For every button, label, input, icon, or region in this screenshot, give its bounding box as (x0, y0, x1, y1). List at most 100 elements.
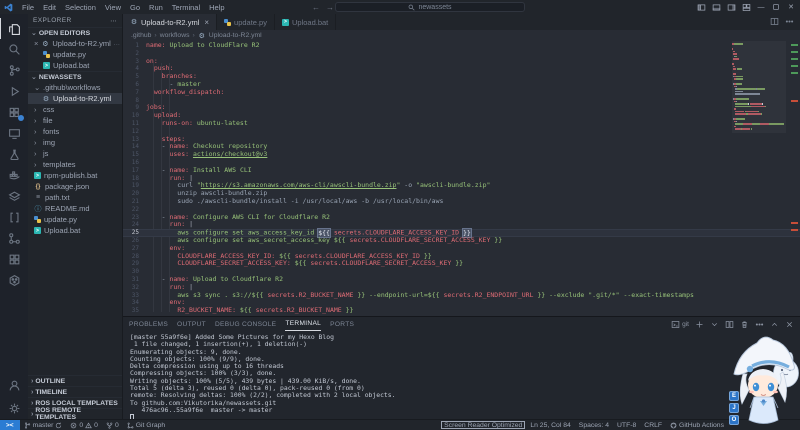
tree-file-readme-md[interactable]: ⓘ README.md (28, 203, 122, 214)
tree-file-upload-bat[interactable]: > Upload.bat (28, 225, 122, 236)
indentation[interactable]: Spaces: 4 (575, 420, 613, 430)
split-terminal-icon[interactable] (725, 320, 734, 329)
layout-custom-button[interactable] (739, 1, 753, 13)
panel-tab-debug-console[interactable]: DEBUG CONSOLE (215, 317, 276, 331)
maximize-panel-icon[interactable] (770, 320, 779, 329)
brackets-icon[interactable] (0, 207, 28, 228)
test-beaker-icon[interactable] (0, 144, 28, 165)
tree-folder-js[interactable]: › js (28, 148, 122, 159)
ros-hexagon-icon[interactable] (0, 270, 28, 291)
language-mode[interactable]: GitHub Actions (666, 420, 728, 430)
tree-folder-img[interactable]: › img (28, 137, 122, 148)
docker-icon[interactable] (0, 165, 28, 186)
minimize-button[interactable]: — (754, 1, 768, 13)
breadcrumb-item[interactable]: workflows (160, 32, 190, 39)
source-control-icon[interactable] (0, 60, 28, 81)
overlay-badge-o[interactable]: O (729, 415, 739, 425)
tree-file-npm-publish-bat[interactable]: > npm-publish.bat (28, 170, 122, 181)
menu-help[interactable]: Help (205, 2, 228, 13)
close-icon[interactable]: × (34, 39, 38, 48)
close-panel-icon[interactable] (785, 320, 794, 329)
menu-run[interactable]: Run (145, 2, 167, 13)
account-icon[interactable] (0, 375, 28, 396)
section-ros-remote-templates[interactable]: › ROS REMOTE TEMPLATES (28, 407, 122, 419)
menu-terminal[interactable]: Terminal (168, 2, 204, 13)
open-editor-item[interactable]: > Upload.bat (28, 60, 122, 71)
tree-file-upload-to-r2-yml[interactable]: ⚙ Upload-to-R2.yml (28, 93, 122, 104)
problems-indicator[interactable]: 00 (66, 420, 102, 430)
tree-folder-fonts[interactable]: › fonts (28, 126, 122, 137)
remote-indicator[interactable]: >< (0, 420, 20, 430)
remote-explorer-icon[interactable] (0, 123, 28, 144)
more-actions-icon[interactable] (785, 17, 794, 28)
close-button[interactable]: ✕ (784, 1, 798, 13)
breadcrumb[interactable]: .github › workflows › ⚙ Upload-to-R2.yml (123, 30, 800, 41)
layout-panel-button[interactable] (709, 1, 723, 13)
maximize-button[interactable] (769, 1, 783, 13)
kill-terminal-icon[interactable] (740, 320, 749, 329)
explorer-icon[interactable] (0, 18, 28, 39)
tab-upload-bat[interactable]: > Upload.bat (274, 14, 337, 30)
layout-sidebar-right-button[interactable] (724, 1, 738, 13)
git-graph-button[interactable]: Git Graph (123, 420, 169, 430)
profiles-dropdown-icon[interactable] (710, 320, 719, 329)
open-editor-item[interactable]: update.py (28, 49, 122, 60)
cursor-position[interactable]: Ln 25, Col 84 (526, 420, 574, 430)
breadcrumb-item[interactable]: Upload-to-R2.yml (209, 32, 262, 39)
tree-folder-css[interactable]: › css (28, 104, 122, 115)
overlay-badge-e[interactable]: E (729, 391, 739, 401)
panel-tab-problems[interactable]: PROBLEMS (129, 317, 168, 331)
menu-edit[interactable]: Edit (39, 2, 60, 13)
tree-file-path-txt[interactable]: ≡ path.txt (28, 192, 122, 203)
panel-tab-output[interactable]: OUTPUT (177, 317, 206, 331)
tree-file-update-py[interactable]: update.py (28, 214, 122, 225)
new-terminal-icon[interactable] (695, 320, 704, 329)
workspace-header[interactable]: ⌄ NEWASSETS (28, 71, 122, 82)
branch-indicator[interactable]: master (20, 420, 67, 430)
minimap-line (732, 103, 786, 105)
tree-folder--github-workflows[interactable]: ⌄ .github\workflows (28, 82, 122, 93)
more-actions-icon[interactable] (755, 320, 764, 329)
code-editor[interactable]: 1 name: Upload to CloudFlare R2 2 3 on: 4 pus… (123, 41, 800, 316)
panel-tab-terminal[interactable]: TERMINAL (285, 317, 322, 331)
eol[interactable]: CRLF (640, 420, 666, 430)
tree-file-package-json[interactable]: {} package.json (28, 181, 122, 192)
command-center-search[interactable]: newassets (335, 2, 525, 12)
overlay-badge-j[interactable]: J (729, 403, 739, 413)
layers-icon[interactable] (0, 186, 28, 207)
explorer-more-icon[interactable]: ⋯ (110, 17, 117, 25)
minimap[interactable] (732, 43, 786, 131)
open-editor-item[interactable]: ×⚙Upload-to-R2.yml.github\workfl... (28, 38, 122, 49)
screen-reader-mode[interactable]: Screen Reader Optimized (440, 420, 526, 430)
tab-update-py[interactable]: update.py (217, 14, 275, 30)
fork-indicator[interactable]: 0 (102, 420, 123, 430)
boxes-icon[interactable] (0, 249, 28, 270)
encoding[interactable]: UTF-8 (613, 420, 640, 430)
layout-sidebar-left-button[interactable] (694, 1, 708, 13)
open-editors-header[interactable]: ⌄ OPEN EDITORS (28, 27, 122, 38)
menu-selection[interactable]: Selection (61, 2, 100, 13)
run-debug-icon[interactable] (0, 81, 28, 102)
menu-file[interactable]: File (18, 2, 38, 13)
bat-file-icon: > (34, 172, 41, 179)
menu-view[interactable]: View (101, 2, 125, 13)
vscode-window: File Edit Selection View Go Run Terminal Help ←… (0, 0, 800, 430)
breadcrumb-item[interactable]: .github (131, 32, 151, 39)
split-editor-icon[interactable] (770, 17, 779, 28)
section-timeline[interactable]: › TIMELINE (28, 386, 122, 397)
tab-close-icon[interactable]: × (204, 18, 209, 27)
panel-tab-ports[interactable]: PORTS (330, 317, 354, 331)
menu-go[interactable]: Go (126, 2, 144, 13)
extensions-icon[interactable] (0, 102, 28, 123)
history-nav[interactable]: ← → (312, 3, 334, 12)
section-outline[interactable]: › OUTLINE (28, 375, 122, 386)
git-graph-icon[interactable] (0, 228, 28, 249)
settings-gear-icon[interactable] (0, 398, 28, 419)
terminal-output[interactable]: [master 55a9f6e] Added Some Pictures for… (123, 331, 800, 419)
search-icon[interactable] (0, 39, 28, 60)
terminal-instance-label[interactable]: git (671, 320, 689, 329)
tab-upload-to-r2-yml[interactable]: ⚙ Upload-to-R2.yml × (123, 14, 218, 30)
tree-folder-templates[interactable]: › templates (28, 159, 122, 170)
tree-folder-file[interactable]: › file (28, 115, 122, 126)
chevron-icon: › (34, 127, 37, 136)
